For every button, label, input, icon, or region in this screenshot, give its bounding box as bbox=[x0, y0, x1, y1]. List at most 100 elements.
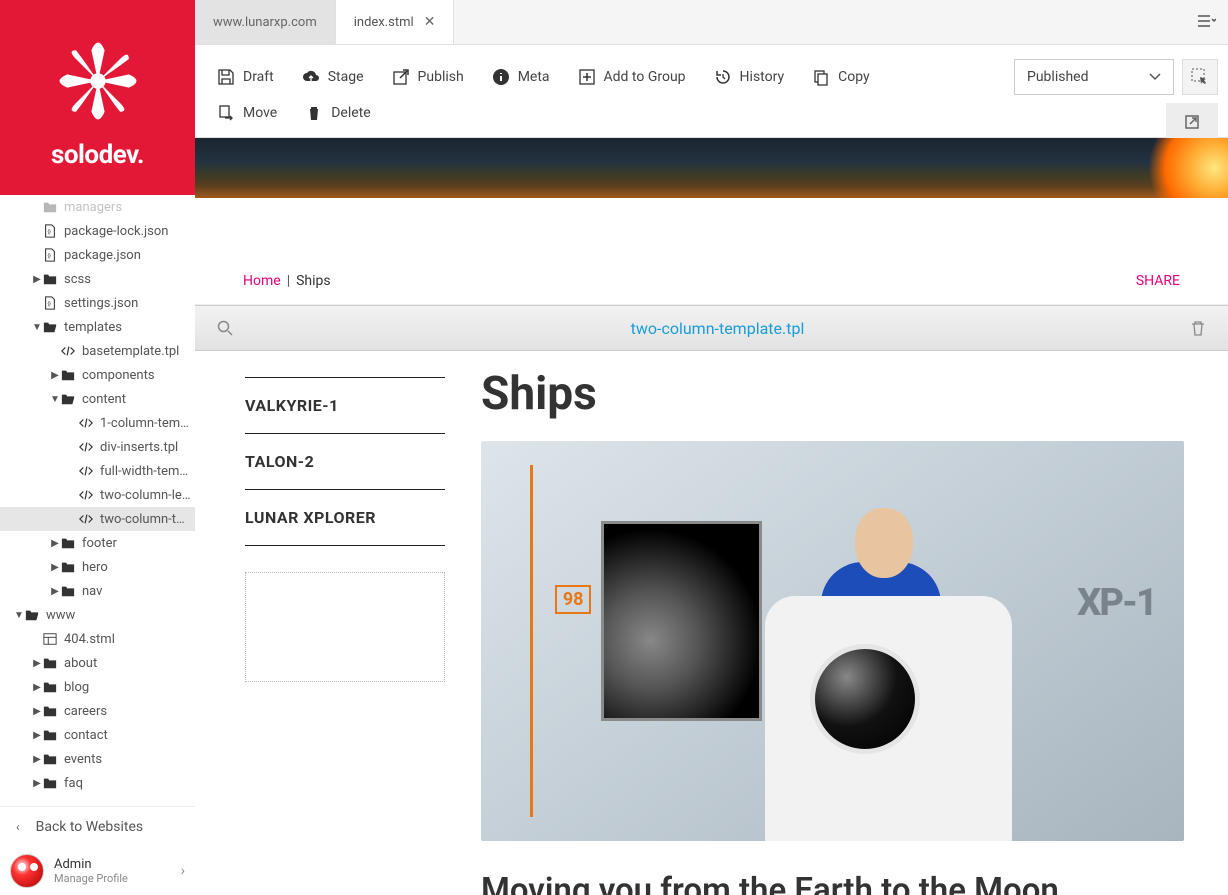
chevron-right-icon: › bbox=[181, 863, 185, 879]
status-select[interactable]: Published bbox=[1014, 59, 1174, 95]
code-icon bbox=[78, 439, 94, 455]
tree-item-label: package-lock.json bbox=[64, 224, 168, 239]
caret-icon: ▶ bbox=[32, 730, 42, 741]
tab-menu-button[interactable] bbox=[1186, 0, 1228, 44]
selection-tool-button[interactable] bbox=[1182, 59, 1218, 95]
page-banner bbox=[195, 138, 1228, 198]
tree-item-label: careers bbox=[64, 704, 107, 719]
tree-item[interactable]: ▶components bbox=[0, 363, 195, 387]
stage-button[interactable]: Stage bbox=[302, 59, 378, 95]
tree-item-label: content bbox=[82, 392, 126, 407]
tab-file[interactable]: index.stml ✕ bbox=[336, 0, 455, 44]
user-profile[interactable]: Admin Manage Profile › bbox=[0, 847, 195, 895]
tree-item-label: hero bbox=[82, 560, 108, 575]
tree-item-label: basetemplate.tpl bbox=[82, 344, 179, 359]
toolbar-label: History bbox=[740, 69, 785, 85]
caret-icon: ▼ bbox=[14, 610, 24, 621]
folder-icon bbox=[42, 271, 58, 287]
tree-item[interactable]: managers bbox=[0, 195, 195, 219]
caret-icon: ▼ bbox=[50, 394, 60, 405]
caret-icon: ▶ bbox=[32, 706, 42, 717]
code-icon bbox=[78, 511, 94, 527]
toolbar-label: Add to Group bbox=[604, 69, 686, 85]
tree-item-label: components bbox=[82, 368, 155, 383]
breadcrumb-sep: | bbox=[287, 273, 290, 289]
tree-item[interactable]: ▶footer bbox=[0, 531, 195, 555]
toolbar-label: Copy bbox=[838, 69, 870, 85]
tree-item[interactable]: 404.stml bbox=[0, 627, 195, 651]
toolbar-label: Meta bbox=[518, 69, 550, 85]
tree-item[interactable]: 1-column-template bbox=[0, 411, 195, 435]
user-sub: Manage Profile bbox=[54, 872, 181, 885]
save-icon bbox=[217, 68, 235, 86]
toolbar-label: Delete bbox=[331, 105, 370, 121]
tree-item-label: events bbox=[64, 752, 102, 767]
tree-item[interactable]: ▼ templates bbox=[0, 315, 195, 339]
template-name[interactable]: two-column-template.tpl bbox=[245, 319, 1190, 338]
toolbar-label: Draft bbox=[243, 69, 274, 85]
tree-item[interactable]: div-inserts.tpl bbox=[0, 435, 195, 459]
brand-logo[interactable]: solodev. bbox=[0, 0, 195, 195]
tree-item[interactable]: ▶scss bbox=[0, 267, 195, 291]
page-sidenav: VALKYRIE-1 TALON-2 LUNAR XPLORER bbox=[245, 367, 445, 895]
tree-item[interactable]: ▶about bbox=[0, 651, 195, 675]
back-label: Back to Websites bbox=[36, 819, 144, 835]
tree-item-label: templates bbox=[64, 320, 122, 335]
caret-icon: ▶ bbox=[32, 274, 42, 285]
tree-item[interactable]: two-column-temp bbox=[0, 507, 195, 531]
tab-site[interactable]: www.lunarxp.com bbox=[195, 0, 336, 44]
close-icon[interactable]: ✕ bbox=[424, 14, 436, 30]
caret-icon: ▼ bbox=[32, 322, 42, 333]
move-button[interactable]: Move bbox=[217, 95, 291, 131]
tree-item[interactable]: ▼www bbox=[0, 603, 195, 627]
tree-item-label: managers bbox=[64, 200, 122, 215]
code-icon bbox=[78, 463, 94, 479]
tree-item[interactable]: full-width-template bbox=[0, 459, 195, 483]
add-to-group-button[interactable]: Add to Group bbox=[578, 59, 700, 95]
tree-item[interactable]: ▶ careers bbox=[0, 699, 195, 723]
draft-button[interactable]: Draft bbox=[217, 59, 288, 95]
tree-item[interactable]: {}settings.json bbox=[0, 291, 195, 315]
tree-item[interactable]: {}package-lock.json bbox=[0, 219, 195, 243]
move-icon bbox=[217, 104, 235, 122]
tree-item[interactable]: ▶faq bbox=[0, 771, 195, 795]
tree-item[interactable]: two-column-left.tpl bbox=[0, 483, 195, 507]
folder-open-icon bbox=[60, 391, 76, 407]
trash-icon[interactable] bbox=[1190, 320, 1206, 336]
delete-button[interactable]: Delete bbox=[305, 95, 384, 131]
sidenav-item-lunar-xplorer[interactable]: LUNAR XPLORER bbox=[245, 490, 445, 546]
copy-button[interactable]: Copy bbox=[812, 59, 884, 95]
tree-item-label: two-column-left.tpl bbox=[100, 488, 191, 503]
tree-item[interactable]: ▶nav bbox=[0, 579, 195, 603]
sidenav-drop-zone[interactable] bbox=[245, 572, 445, 682]
tab-label: www.lunarxp.com bbox=[213, 15, 317, 30]
back-to-websites[interactable]: ‹ Back to Websites bbox=[0, 807, 195, 847]
tree-item[interactable]: ▶contact bbox=[0, 723, 195, 747]
tree-item[interactable]: ▶blog bbox=[0, 675, 195, 699]
breadcrumb: Home | Ships SHARE bbox=[195, 258, 1228, 305]
tree-item[interactable]: ▶events bbox=[0, 747, 195, 771]
folder-icon bbox=[42, 679, 58, 695]
tree-item[interactable]: ▼ content bbox=[0, 387, 195, 411]
tree-item[interactable]: {}package.json bbox=[0, 243, 195, 267]
sidenav-item-talon[interactable]: TALON-2 bbox=[245, 434, 445, 490]
meta-button[interactable]: Meta bbox=[492, 59, 564, 95]
brand-mark-icon bbox=[43, 26, 153, 136]
tree-item[interactable]: basetemplate.tpl bbox=[0, 339, 195, 363]
code-icon bbox=[78, 487, 94, 503]
tree-item-label: 404.stml bbox=[64, 632, 115, 647]
folder-icon bbox=[60, 559, 76, 575]
external-link-icon bbox=[1183, 113, 1201, 131]
folder-icon bbox=[42, 655, 58, 671]
tree-item[interactable]: ▶hero bbox=[0, 555, 195, 579]
open-external-button[interactable] bbox=[1166, 103, 1218, 141]
tree-item-label: faq bbox=[64, 776, 83, 791]
publish-button[interactable]: Publish bbox=[392, 59, 478, 95]
sidenav-item-valkyrie[interactable]: VALKYRIE-1 bbox=[245, 377, 445, 434]
tree-item-label: blog bbox=[64, 680, 89, 695]
share-link[interactable]: SHARE bbox=[1136, 273, 1180, 289]
search-icon[interactable] bbox=[217, 320, 233, 336]
history-button[interactable]: History bbox=[714, 59, 799, 95]
caret-icon: ▶ bbox=[32, 658, 42, 669]
breadcrumb-home[interactable]: Home bbox=[243, 273, 281, 289]
